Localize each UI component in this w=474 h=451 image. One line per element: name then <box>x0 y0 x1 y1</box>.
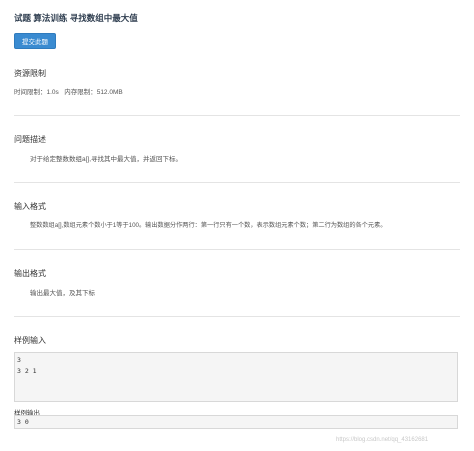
resource-limits-text: 时间限制：1.0s 内存限制：512.0MB <box>14 89 123 96</box>
divider <box>14 115 460 116</box>
sample-input-box: 3 3 2 1 <box>14 352 458 402</box>
input-format-text: 整数数组a[],数组元素个数小于1等于100。输出数据分作两行：第一行只有一个数… <box>30 222 387 229</box>
problem-description-heading: 问题描述 <box>14 135 46 144</box>
divider <box>14 182 460 183</box>
output-format-heading: 输出格式 <box>14 269 46 278</box>
input-format-heading: 输入格式 <box>14 202 46 211</box>
divider <box>14 316 460 317</box>
submit-button[interactable]: 提交此题 <box>14 33 56 49</box>
resource-limits-heading: 资源限制 <box>14 69 46 78</box>
page-title: 试题 算法训练 寻找数组中最大值 <box>14 13 138 23</box>
watermark: https://blog.csdn.net/qq_43162681 <box>336 437 429 443</box>
sample-input-heading: 样例输入 <box>14 336 46 345</box>
divider <box>14 249 460 250</box>
problem-description-text: 对于给定整数数组a[],寻找其中最大值，并返回下标。 <box>30 156 183 163</box>
sample-output-box: 3 0 <box>14 415 458 429</box>
output-format-text: 输出最大值，及其下标 <box>30 290 95 297</box>
